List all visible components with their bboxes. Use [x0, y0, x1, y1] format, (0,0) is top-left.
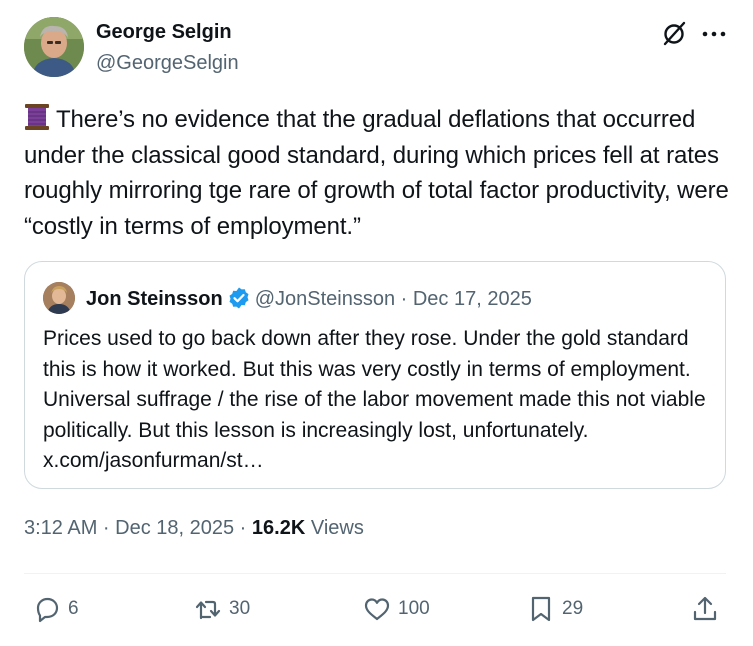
bookmark-icon: [531, 596, 551, 622]
bookmark-button[interactable]: 29: [526, 593, 583, 625]
tweet-timestamp-row: 3:12 AM · Dec 18, 2025 · 16.2K Views: [24, 517, 364, 540]
reply-button[interactable]: 6: [32, 593, 79, 625]
spool-of-thread-icon: [24, 103, 50, 131]
quote-author-name: Jon Steinsson: [86, 288, 223, 310]
quote-text: Prices used to go back down after they r…: [43, 327, 706, 472]
repost-button[interactable]: 30: [193, 593, 250, 625]
tweet-body: There’s no evidence that the gradual def…: [24, 106, 729, 240]
quoted-tweet[interactable]: Jon Steinsson @JonSteinsson · Dec 17, 202…: [24, 261, 726, 489]
heart-icon: [364, 598, 390, 621]
like-button[interactable]: 100: [362, 593, 430, 625]
share-icon: [693, 596, 717, 621]
share-button[interactable]: [690, 593, 720, 625]
reply-icon: [36, 597, 59, 623]
repost-count: 30: [229, 598, 251, 619]
quote-handle-date: @JonSteinsson · Dec 17, 2025: [254, 288, 532, 310]
views-count: 16.2K: [251, 517, 306, 539]
reply-count: 6: [68, 598, 79, 619]
like-count: 100: [398, 598, 430, 619]
bookmark-count: 29: [562, 598, 584, 619]
divider: [24, 573, 726, 574]
author-avatar[interactable]: [24, 17, 84, 77]
tweet-datetime[interactable]: 3:12 AM · Dec 18, 2025 ·: [24, 517, 252, 539]
tweet: George Selgin @GeorgeSelgin There’s no e…: [0, 0, 753, 646]
repost-icon: [195, 600, 221, 620]
views-label: Views: [305, 517, 364, 539]
grok-icon[interactable]: [660, 20, 688, 48]
quote-author-avatar: [43, 282, 75, 314]
author-display-name[interactable]: George Selgin: [96, 21, 232, 44]
author-handle[interactable]: @GeorgeSelgin: [96, 52, 239, 75]
more-options-icon[interactable]: [700, 22, 728, 46]
verified-badge-icon: [227, 286, 251, 310]
tweet-text: There’s no evidence that the gradual def…: [24, 102, 736, 244]
quote-header: Jon Steinsson @JonSteinsson · Dec 17, 202…: [86, 286, 532, 311]
